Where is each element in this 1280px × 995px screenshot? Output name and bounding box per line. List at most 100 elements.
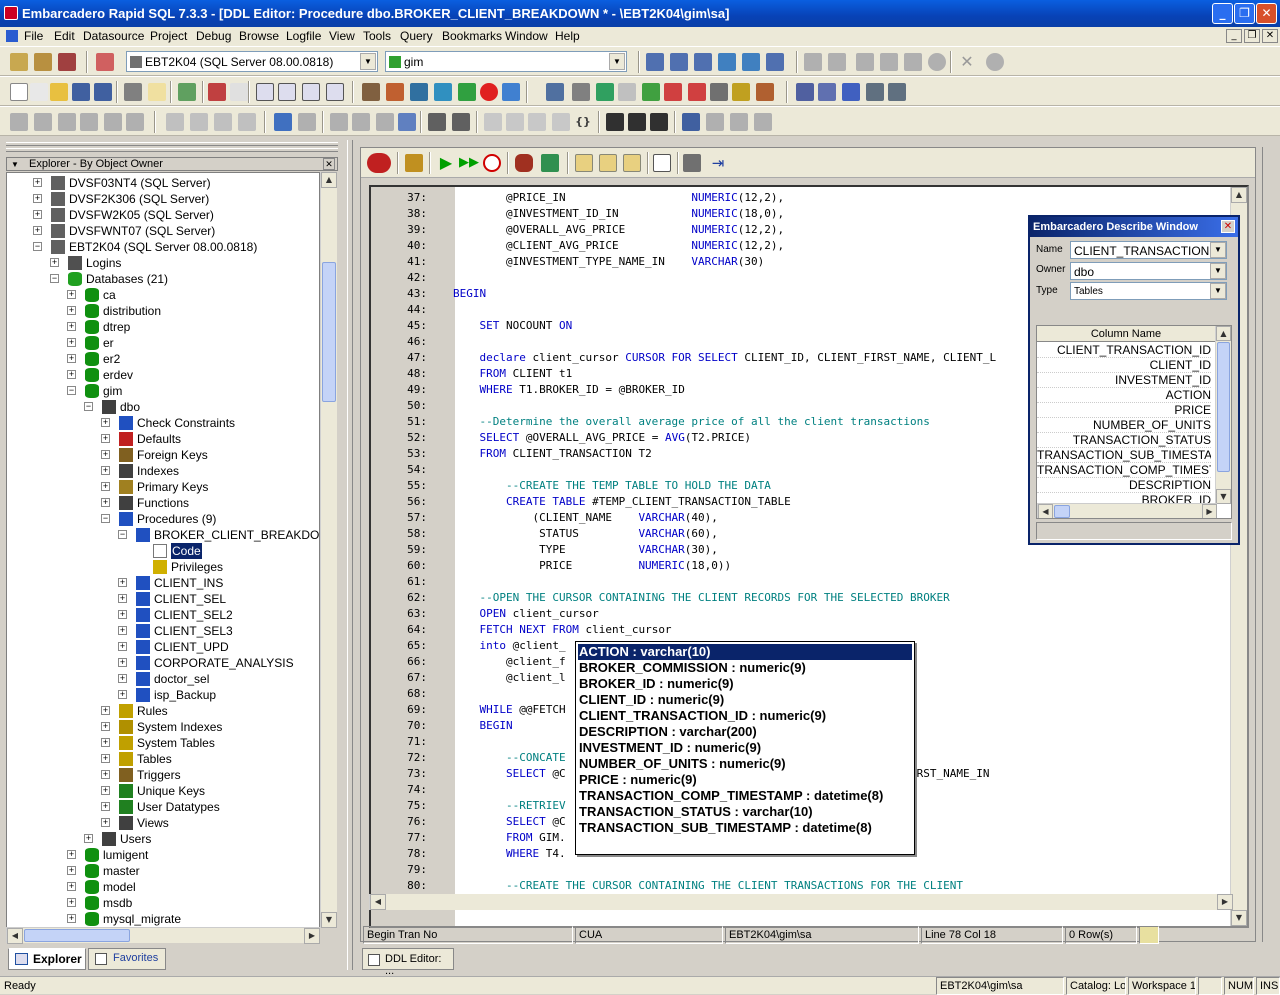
results-toggle-icon[interactable] xyxy=(302,83,320,101)
undo-icon[interactable] xyxy=(274,113,292,131)
menu-view[interactable]: View xyxy=(329,29,355,43)
mail-icon[interactable] xyxy=(148,83,166,101)
execute-icon[interactable] xyxy=(458,83,476,101)
expand-icon[interactable]: + xyxy=(50,258,59,267)
compare-icon[interactable] xyxy=(502,83,520,101)
expand-icon[interactable]: + xyxy=(118,690,127,699)
autocomplete-item[interactable]: CLIENT_ID : numeric(9) xyxy=(579,692,724,708)
menu-browse[interactable]: Browse xyxy=(239,29,279,43)
autocomplete-item[interactable]: BROKER_ID : numeric(9) xyxy=(579,676,734,692)
tree-node[interactable]: + Views xyxy=(7,815,319,831)
collapse-icon[interactable]: − xyxy=(33,242,42,251)
tile-vertical-icon[interactable] xyxy=(694,53,712,71)
tree-node[interactable]: + Triggers xyxy=(7,767,319,783)
code-scroll-up-icon[interactable]: ▲ xyxy=(1231,187,1247,203)
column-row[interactable]: DESCRIPTION xyxy=(1037,478,1211,493)
menu-bookmarks[interactable]: Bookmarks xyxy=(442,29,502,43)
column-row[interactable]: INVESTMENT_ID xyxy=(1037,373,1211,388)
schema-icon[interactable] xyxy=(386,83,404,101)
replace-icon[interactable] xyxy=(650,113,668,131)
settings-icon[interactable] xyxy=(683,154,701,172)
code-line[interactable]: @PRICE_IN NUMERIC(12,2), xyxy=(453,190,784,206)
close-button[interactable]: ✕ xyxy=(1256,3,1277,24)
new-dropdown-icon[interactable] xyxy=(30,83,48,101)
code-line[interactable]: @INVESTMENT_TYPE_NAME_IN VARCHAR(30) xyxy=(453,254,764,270)
autocomplete-item[interactable]: CLIENT_TRANSACTION_ID : numeric(9) xyxy=(579,708,826,724)
copy-object-icon[interactable] xyxy=(866,83,884,101)
tree-node[interactable]: + er2 xyxy=(7,351,319,367)
comment-icon[interactable] xyxy=(623,154,641,172)
fullscreen-icon[interactable] xyxy=(326,83,344,101)
menu-window[interactable]: Window xyxy=(505,29,548,43)
menu-datasource[interactable]: Datasource xyxy=(83,29,144,43)
properties-icon[interactable] xyxy=(541,154,559,172)
scroll-left-icon[interactable]: ◀ xyxy=(7,928,23,944)
code-line[interactable]: --Determine the overall average price of… xyxy=(453,414,929,430)
code-line[interactable]: TYPE VARCHAR(30), xyxy=(453,542,718,558)
grid-icon[interactable] xyxy=(796,83,814,101)
tree-horizontal-scrollbar[interactable]: ◀ ▶ xyxy=(6,927,320,944)
tree-node[interactable]: + lumigent xyxy=(7,847,319,863)
tree-node[interactable]: + msdb xyxy=(7,895,319,911)
expand-icon[interactable]: + xyxy=(67,914,76,923)
tree-node[interactable]: + isp_Backup xyxy=(7,687,319,703)
code-line[interactable]: (CLIENT_NAME VARCHAR(40), xyxy=(453,510,717,526)
autocomplete-item[interactable]: TRANSACTION_SUB_TIMESTAMP : datetime(8) xyxy=(579,820,872,836)
ddl-editor-tab[interactable]: DDL Editor: ... xyxy=(362,948,454,977)
columns-scroll-down-icon[interactable]: ▼ xyxy=(1216,489,1231,504)
windows-icon[interactable] xyxy=(208,83,226,101)
new-file-icon[interactable] xyxy=(10,83,28,101)
code-line[interactable]: SELECT @OVERALL_AVG_PRICE = AVG(T2.PRICE… xyxy=(453,430,752,446)
expand-icon[interactable]: + xyxy=(118,594,127,603)
expand-icon[interactable]: + xyxy=(118,658,127,667)
data-editor-icon[interactable] xyxy=(434,83,452,101)
expand-icon[interactable]: + xyxy=(33,194,42,203)
mdi-minimize-button[interactable]: _ xyxy=(1226,29,1242,43)
print-icon[interactable] xyxy=(124,83,142,101)
tree-node[interactable]: + Rules xyxy=(7,703,319,719)
expand-icon[interactable]: + xyxy=(84,834,93,843)
tree-node[interactable]: + DVSF03NT4 (SQL Server) xyxy=(7,175,319,191)
wrench-icon[interactable] xyxy=(710,83,728,101)
autocomplete-item[interactable]: DESCRIPTION : varchar(200) xyxy=(579,724,757,740)
tree-node[interactable]: + Users xyxy=(7,831,319,847)
code-line[interactable]: --CREATE THE CURSOR CONTAINING THE CLIEN… xyxy=(453,878,963,894)
tree-node[interactable]: + doctor_sel xyxy=(7,671,319,687)
refresh-icon[interactable] xyxy=(596,83,614,101)
open-icon[interactable] xyxy=(50,83,68,101)
migrate-icon[interactable] xyxy=(546,83,564,101)
query-builder-icon[interactable] xyxy=(410,83,428,101)
column-row[interactable]: CLIENT_TRANSACTION_ID xyxy=(1037,343,1211,358)
expand-icon[interactable]: + xyxy=(67,290,76,299)
tree-node[interactable]: − EBT2K04 (SQL Server 08.00.0818) xyxy=(7,239,319,255)
columns-hscroll-thumb[interactable] xyxy=(1054,505,1070,518)
autocomplete-item[interactable]: BROKER_COMMISSION : numeric(9) xyxy=(579,660,806,676)
code-line[interactable]: CREATE TABLE #TEMP_CLIENT_TRANSACTION_TA… xyxy=(453,494,791,510)
tree-node[interactable]: + CLIENT_SEL3 xyxy=(7,623,319,639)
tree-node[interactable]: Code xyxy=(7,543,319,559)
windows-dropdown-icon[interactable] xyxy=(230,83,248,101)
tree-node[interactable]: + DVSFW2K05 (SQL Server) xyxy=(7,207,319,223)
menu-tools[interactable]: Tools xyxy=(363,29,391,43)
docs-icon[interactable] xyxy=(618,83,636,101)
lock-icon[interactable] xyxy=(405,154,423,172)
debug-icon[interactable] xyxy=(515,154,533,172)
code-line[interactable]: OPEN client_cursor xyxy=(453,606,599,622)
schedule-icon[interactable] xyxy=(483,154,501,172)
menu-logfile[interactable]: Logfile xyxy=(286,29,321,43)
expand-icon[interactable]: + xyxy=(101,498,110,507)
describe-type-combo[interactable]: Tables ▼ xyxy=(1070,282,1227,300)
expand-icon[interactable]: + xyxy=(101,706,110,715)
expand-icon[interactable]: + xyxy=(101,770,110,779)
column-row[interactable]: TRANSACTION_SUB_TIMESTAM xyxy=(1037,448,1211,463)
tree-node[interactable]: + Functions xyxy=(7,495,319,511)
expand-icon[interactable]: + xyxy=(33,210,42,219)
explorer-header[interactable]: ▼ Explorer - By Object Owner ✕ xyxy=(6,157,338,171)
column-row[interactable]: TRANSACTION_STATUS xyxy=(1037,433,1211,448)
tree-node[interactable]: + Tables xyxy=(7,751,319,767)
code-scroll-down-icon[interactable]: ▼ xyxy=(1231,910,1247,926)
splitter[interactable] xyxy=(347,140,353,970)
describe-owner-combo[interactable]: dbo ▼ xyxy=(1070,262,1227,280)
expand-icon[interactable]: + xyxy=(118,578,127,587)
expand-icon[interactable]: + xyxy=(67,354,76,363)
